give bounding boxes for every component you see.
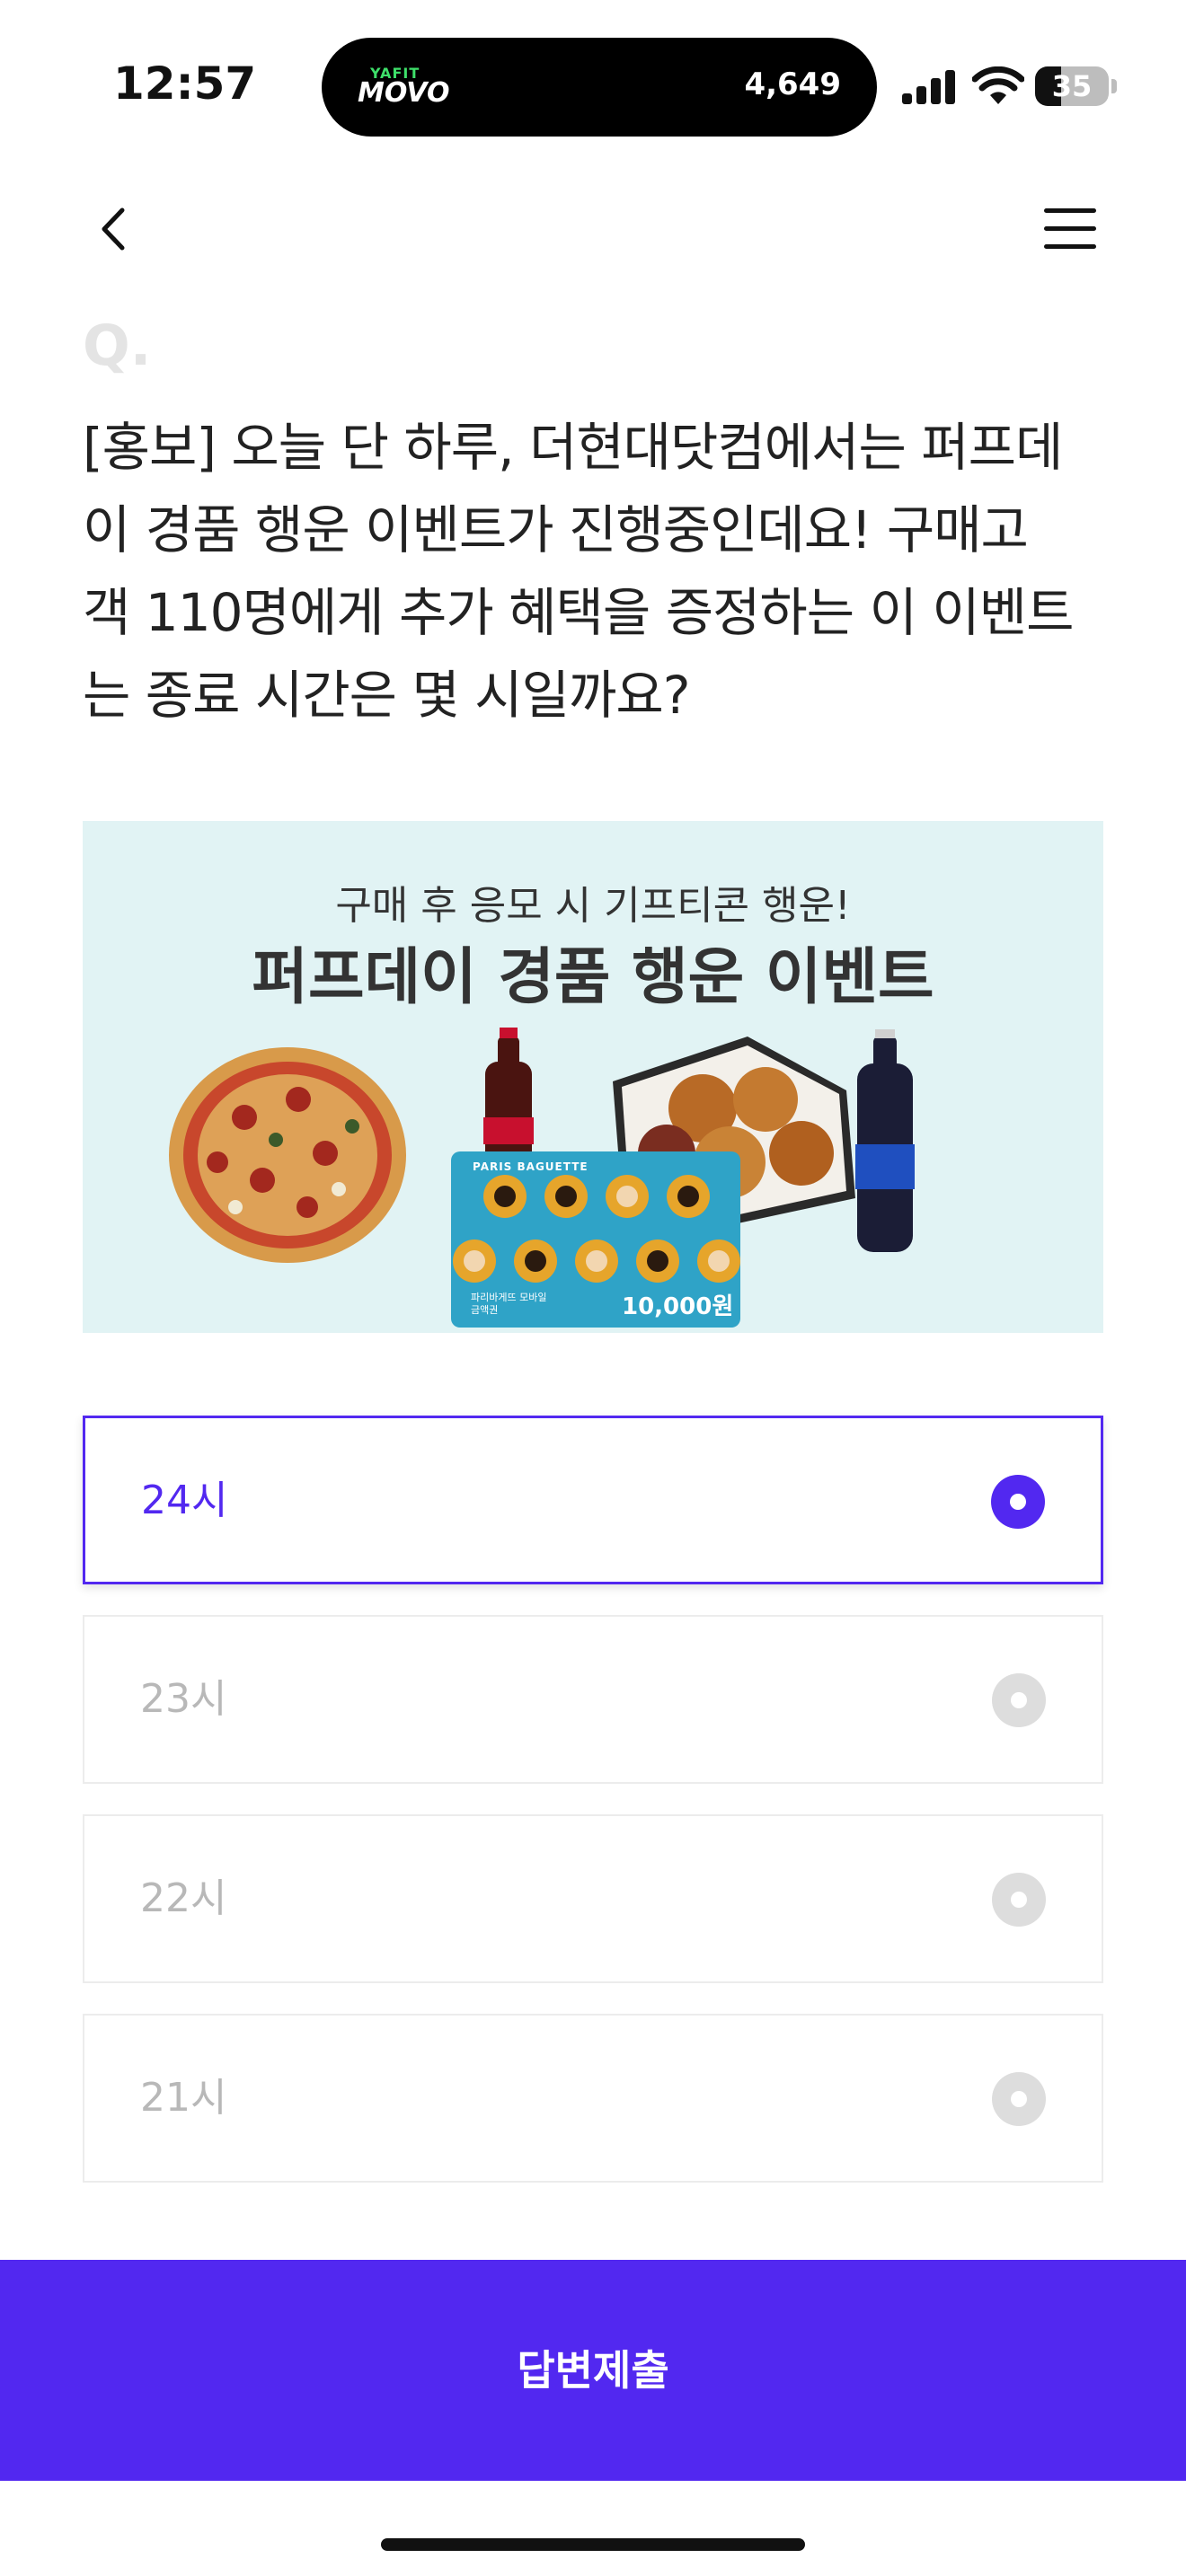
question-line: [홍보] 오늘 단 하루, 더현대닷컴에서는 퍼프데 bbox=[83, 417, 1063, 478]
answer-option-22[interactable]: 22시 bbox=[83, 1814, 1103, 1983]
pepsi-bottle-image bbox=[855, 1029, 915, 1252]
radio-unselected-icon[interactable] bbox=[992, 1673, 1046, 1727]
banner-title: 퍼프데이 경품 행운 이벤트 bbox=[252, 942, 934, 1013]
step-count: 4,649 bbox=[744, 66, 841, 102]
back-button[interactable] bbox=[86, 198, 140, 260]
dynamic-island[interactable]: YAFIT MOVO 4,649 bbox=[322, 38, 877, 137]
submit-answer-button[interactable]: 답변제출 bbox=[0, 2260, 1186, 2481]
wifi-icon bbox=[972, 66, 1024, 104]
event-banner: 구매 후 응모 시 기프티콘 행운! 퍼프데이 경품 행운 이벤트 PARIS … bbox=[83, 821, 1103, 1333]
app-name: MOVO bbox=[358, 77, 450, 109]
menu-button[interactable] bbox=[1040, 201, 1100, 255]
voucher-note: 파리바게뜨 모바일 금액권 bbox=[471, 1292, 547, 1316]
answer-option-21[interactable]: 21시 bbox=[83, 2014, 1103, 2183]
question-text: [홍보] 오늘 단 하루, 더현대닷컴에서는 퍼프데 이 경품 행운 이벤트가 … bbox=[83, 406, 1116, 737]
hamburger-menu-icon bbox=[1044, 208, 1096, 213]
voucher-amount: 10,000원 bbox=[622, 1293, 734, 1320]
battery-icon: 35 bbox=[1035, 66, 1117, 106]
radio-selected-icon[interactable] bbox=[991, 1475, 1045, 1529]
question-line: 는 종료 시간은 몇 시일까요? bbox=[83, 665, 691, 726]
radio-unselected-icon[interactable] bbox=[992, 2072, 1046, 2126]
home-indicator[interactable] bbox=[381, 2538, 805, 2551]
question-line: 이 경품 행운 이벤트가 진행중인데요! 구매고 bbox=[83, 499, 1029, 560]
voucher-brand: PARIS BAGUETTE bbox=[473, 1160, 589, 1173]
chevron-left-icon bbox=[102, 207, 125, 251]
status-time: 12:57 bbox=[113, 57, 257, 110]
banner-subtitle: 구매 후 응모 시 기프티콘 행운! bbox=[335, 883, 851, 929]
cellular-signal-icon bbox=[902, 70, 956, 104]
answer-option-24[interactable]: 24시 bbox=[83, 1416, 1103, 1584]
option-label: 24시 bbox=[141, 1478, 228, 1523]
question-marker: Q. bbox=[83, 313, 152, 378]
movo-app-logo: YAFIT MOVO bbox=[358, 65, 449, 114]
option-label: 23시 bbox=[140, 1676, 227, 1722]
battery-level: 35 bbox=[1051, 69, 1093, 103]
radio-unselected-icon[interactable] bbox=[992, 1873, 1046, 1927]
status-bar: 12:57 YAFIT MOVO 4,649 35 bbox=[0, 0, 1186, 162]
answer-option-23[interactable]: 23시 bbox=[83, 1615, 1103, 1784]
question-line: 객 110명에게 추가 혜택을 증정하는 이 이벤트 bbox=[83, 582, 1074, 643]
pizza-image bbox=[169, 1047, 406, 1263]
option-label: 22시 bbox=[140, 1875, 227, 1921]
option-label: 21시 bbox=[140, 2075, 227, 2121]
